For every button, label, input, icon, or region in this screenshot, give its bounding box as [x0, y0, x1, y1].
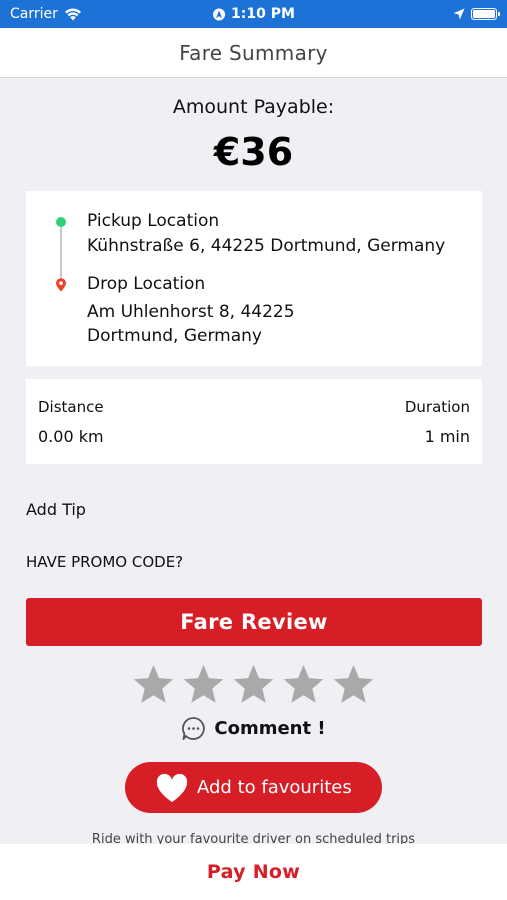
comment-button[interactable]: Comment ! — [0, 716, 507, 741]
carrier-label: Carrier — [10, 6, 58, 22]
duration-label: Duration — [404, 398, 470, 416]
distance-label: Distance — [38, 398, 104, 416]
route-connector-line — [60, 227, 62, 279]
star-icon[interactable] — [131, 662, 176, 707]
status-left: Carrier — [10, 6, 82, 22]
status-time: 1:10 PM — [231, 6, 295, 22]
drop-address-line2: Dortmund, Germany — [87, 326, 262, 346]
status-bar: Carrier 1:10 PM — [0, 0, 507, 28]
fare-review-label: Fare Review — [180, 610, 328, 634]
location-arrow-icon — [453, 8, 465, 20]
rating-stars — [0, 662, 507, 707]
route-card: Pickup Location Kühnstraße 6, 44225 Dort… — [26, 191, 482, 366]
comment-bubble-icon — [182, 717, 206, 740]
star-icon[interactable] — [281, 662, 326, 707]
add-to-favourites-label: Add to favourites — [197, 777, 352, 798]
star-icon[interactable] — [331, 662, 376, 707]
pay-now-label: Pay Now — [206, 861, 301, 883]
location-circle-icon — [212, 8, 225, 20]
page-title: Fare Summary — [179, 40, 328, 65]
fare-review-button[interactable]: Fare Review — [26, 598, 482, 646]
distance-value: 0.00 km — [38, 427, 104, 446]
comment-label: Comment ! — [214, 718, 326, 739]
pickup-dot-icon — [56, 217, 66, 227]
battery-icon — [471, 8, 500, 20]
navigation-bar: Fare Summary — [0, 28, 507, 78]
pickup-title: Pickup Location — [87, 211, 220, 231]
amount-value: €36 — [213, 130, 294, 174]
drop-pin-icon — [56, 278, 66, 292]
status-right — [453, 8, 500, 20]
wifi-icon — [64, 7, 81, 20]
drop-title: Drop Location — [87, 274, 206, 294]
add-tip-link[interactable]: Add Tip — [26, 500, 86, 519]
pay-now-button[interactable]: Pay Now — [0, 844, 507, 900]
trip-stats-card: Distance 0.00 km Duration 1 min — [26, 379, 482, 464]
star-icon[interactable] — [231, 662, 276, 707]
amount-label: Amount Payable: — [172, 96, 335, 118]
promo-code-link[interactable]: HAVE PROMO CODE? — [26, 553, 183, 571]
add-to-favourites-button[interactable]: Add to favourites — [125, 762, 382, 813]
star-icon[interactable] — [181, 662, 226, 707]
drop-address-line1: Am Uhlenhorst 8, 44225 — [87, 302, 295, 322]
pickup-address: Kühnstraße 6, 44225 Dortmund, Germany — [87, 236, 446, 256]
heart-icon — [156, 773, 188, 802]
status-center: 1:10 PM — [212, 6, 295, 22]
duration-value: 1 min — [424, 427, 470, 446]
